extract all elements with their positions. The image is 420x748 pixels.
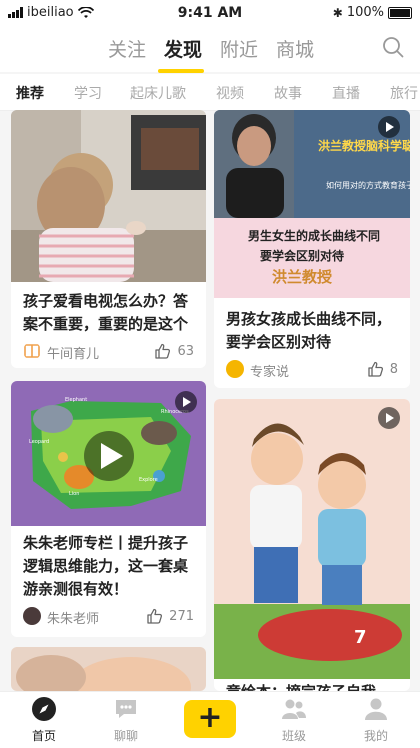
card-author: 朱朱老师 [47, 612, 100, 627]
profile-icon [365, 698, 387, 720]
group-icon [282, 699, 306, 719]
tab-discover[interactable]: 发现 [164, 35, 202, 62]
feed-card[interactable]: 孩子爱看电视怎么办？答案不重要，重要的是这个 午间育儿 63 [11, 110, 206, 368]
card-author: 午间育儿 [47, 347, 100, 362]
battery-icon [388, 6, 412, 19]
map-label: Lion [69, 491, 79, 497]
like-button[interactable]: 63 [154, 343, 194, 360]
thumb-headline: 洪兰教授脑科学聪明育儿法 [318, 138, 410, 153]
tab-home[interactable]: 首页 [14, 696, 74, 744]
video-play-icon[interactable] [378, 407, 400, 429]
avatar [23, 607, 41, 625]
thumbs-up-icon [147, 608, 163, 624]
like-count: 271 [169, 609, 194, 624]
card-thumbnail: 洪兰教授脑科学聪明育儿法 如何用对的方式教育孩子 男生女生的成长曲线不同 要学会… [214, 110, 410, 298]
card-title: 童绘本：摘完孩子自我 [226, 681, 398, 691]
tab-follow[interactable]: 关注 [108, 35, 146, 62]
card-title: 孩子爱看电视怎么办？答案不重要，重要的是这个 [23, 292, 189, 333]
video-play-icon[interactable] [175, 391, 197, 413]
feed-card[interactable]: 洪兰教授脑科学聪明育儿法 如何用对的方式教育孩子 男生女生的成长曲线不同 要学会… [214, 110, 410, 388]
avatar [226, 360, 244, 378]
category-recommend[interactable]: 推荐 [16, 83, 44, 103]
category-strip: 推荐 学习 起床儿歌 视频 故事 直播 旅行 [0, 74, 420, 111]
tab-label: 首页 [31, 729, 56, 743]
category-study[interactable]: 学习 [74, 83, 102, 103]
card-thumbnail [11, 647, 206, 691]
card-title: 男孩女孩成长曲线不同，要学会区别对待 [226, 310, 392, 351]
card-meta: 朱朱老师 271 [23, 607, 194, 627]
bluetooth-icon: ✱ [332, 5, 343, 20]
status-bar: ibeiliao 9:41 AM ✱ 100% [0, 0, 420, 26]
thumb-sub: 如何用对的方式教育孩子 [326, 180, 410, 190]
tab-nearby[interactable]: 附近 [220, 35, 258, 62]
map-label: Elephant [65, 397, 87, 403]
like-count: 63 [177, 344, 194, 359]
tab-class[interactable]: 班级 [264, 696, 324, 744]
card-author: 专家说 [250, 365, 290, 380]
thumb-line2: 要学会区别对待 [260, 248, 344, 263]
status-right: ✱ 100% [333, 5, 412, 20]
category-live[interactable]: 直播 [332, 83, 360, 103]
card-meta: 专家说 8 [226, 360, 398, 380]
thumb-signature: 洪兰教授 [272, 268, 333, 286]
category-story[interactable]: 故事 [274, 83, 302, 103]
chat-icon [116, 700, 136, 718]
shirt-number: 7 [354, 627, 367, 648]
card-meta: 午间育儿 63 [23, 342, 194, 362]
card-title: 朱朱老师专栏丨提升孩子逻辑思维能力，这一套桌游亲测很有效！ [23, 534, 189, 598]
tab-chat[interactable]: 聊聊 [96, 696, 156, 744]
compass-icon [32, 697, 56, 721]
top-tabs: 关注 发现 附近 商城 [0, 26, 420, 72]
feed-card[interactable]: 7 童绘本：摘完孩子自我 [214, 399, 410, 691]
publish-button[interactable]: + [184, 700, 236, 738]
search-icon[interactable] [382, 36, 404, 58]
tab-label: 聊聊 [113, 729, 138, 743]
thumbs-up-icon [155, 343, 171, 359]
bottom-tab-bar: 首页 聊聊 + 班级 我的 [0, 691, 420, 748]
tab-mall[interactable]: 商城 [276, 35, 314, 62]
like-count: 8 [389, 362, 398, 377]
book-icon [24, 344, 40, 358]
map-label: Explore [139, 477, 158, 483]
video-play-icon[interactable] [378, 116, 400, 138]
thumb-line1: 男生女生的成长曲线不同 [248, 228, 380, 243]
card-thumbnail: 7 [214, 399, 410, 679]
active-tab-indicator [158, 69, 204, 73]
like-button[interactable]: 8 [367, 361, 398, 378]
like-button[interactable]: 271 [146, 608, 194, 625]
tab-label: 班级 [281, 729, 306, 743]
tab-label: 我的 [363, 729, 388, 743]
feed-card[interactable]: Elephant Leopard Rhinoceros Lion Explore… [11, 381, 206, 637]
thumbs-up-icon [368, 361, 383, 377]
category-video[interactable]: 视频 [216, 83, 244, 103]
map-label: Leopard [29, 439, 49, 445]
tab-profile[interactable]: 我的 [346, 696, 406, 744]
battery-percent: 100% [346, 5, 384, 20]
feed-card[interactable] [11, 647, 206, 691]
category-morning-songs[interactable]: 起床儿歌 [130, 83, 186, 103]
category-travel[interactable]: 旅行 [390, 83, 418, 103]
card-thumbnail [11, 110, 206, 282]
